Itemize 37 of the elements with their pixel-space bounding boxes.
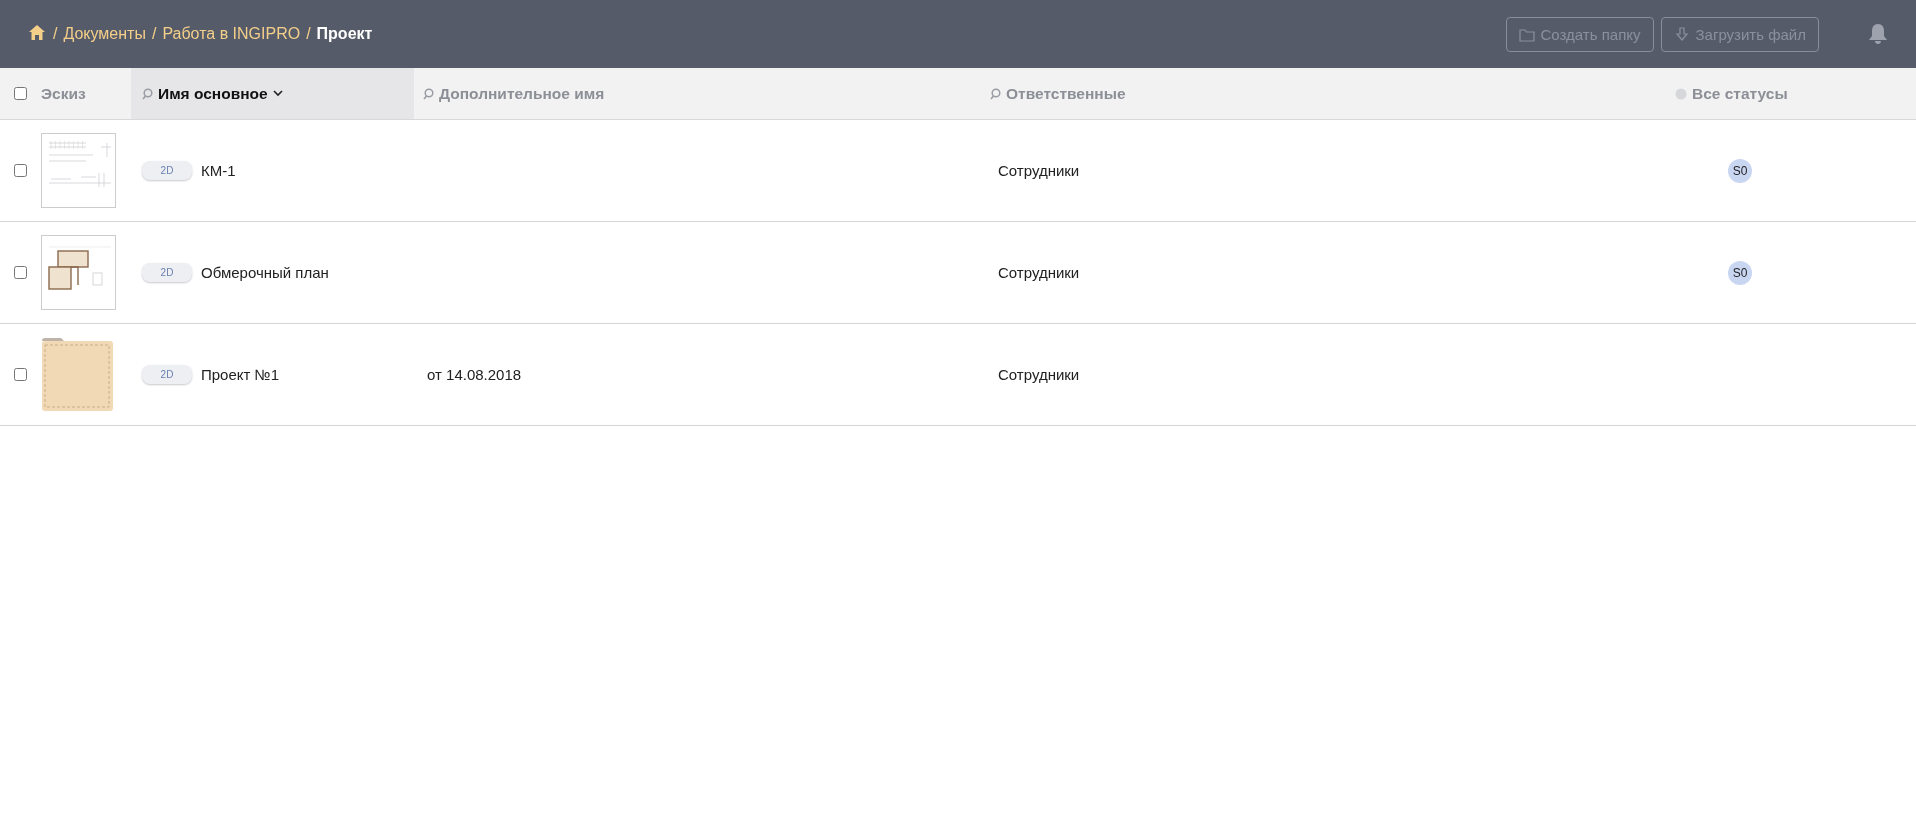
extra-name-text: от 14.08.2018: [427, 366, 522, 383]
row-checkbox[interactable]: [14, 164, 27, 177]
search-icon: [423, 87, 434, 100]
responsible-text: Сотрудники: [998, 366, 1080, 383]
row-checkbox[interactable]: [14, 266, 27, 279]
type-tag: 2D: [142, 263, 192, 282]
breadcrumb-link[interactable]: Документы: [63, 25, 146, 43]
status-badge: S0: [1728, 158, 1752, 183]
type-tag: 2D: [142, 161, 192, 180]
folder-icon: [1518, 26, 1535, 42]
status-dot-icon: [1675, 87, 1687, 100]
column-header[interactable]: Имя основное: [131, 68, 414, 119]
document-name[interactable]: Обмерочный план: [201, 264, 329, 281]
search-icon: [142, 87, 153, 100]
down-arrow-icon: [1673, 26, 1690, 42]
bell-icon[interactable]: [1868, 23, 1888, 45]
column-header[interactable]: Все статусы: [1665, 68, 1916, 119]
breadcrumb-separator: /: [151, 25, 157, 43]
document-name[interactable]: КМ-1: [201, 162, 236, 179]
folder-icon: [41, 337, 114, 412]
column-header[interactable]: Эскиз: [0, 68, 131, 119]
type-tag: 2D: [142, 365, 192, 384]
responsible-text: Сотрудники: [998, 162, 1080, 179]
column-header[interactable]: Ответственные: [990, 68, 1665, 119]
breadcrumb-separator: /: [53, 25, 58, 43]
responsible-text: Сотрудники: [998, 264, 1080, 281]
row-checkbox[interactable]: [14, 368, 27, 381]
select-all-checkbox[interactable]: [14, 87, 27, 100]
document-name[interactable]: Проект №1: [201, 366, 279, 383]
current-breadcrumb[interactable]: Проект: [316, 25, 373, 43]
breadcrumb-link[interactable]: Работа в INGIPRO: [162, 25, 301, 43]
column-header[interactable]: Дополнительное имя: [414, 68, 990, 119]
status-badge: S0: [1728, 260, 1752, 285]
home-icon[interactable]: [29, 25, 45, 40]
breadcrumb-separator: /: [306, 25, 311, 43]
search-icon: [990, 87, 1001, 100]
chevron-down-icon: [272, 90, 283, 97]
